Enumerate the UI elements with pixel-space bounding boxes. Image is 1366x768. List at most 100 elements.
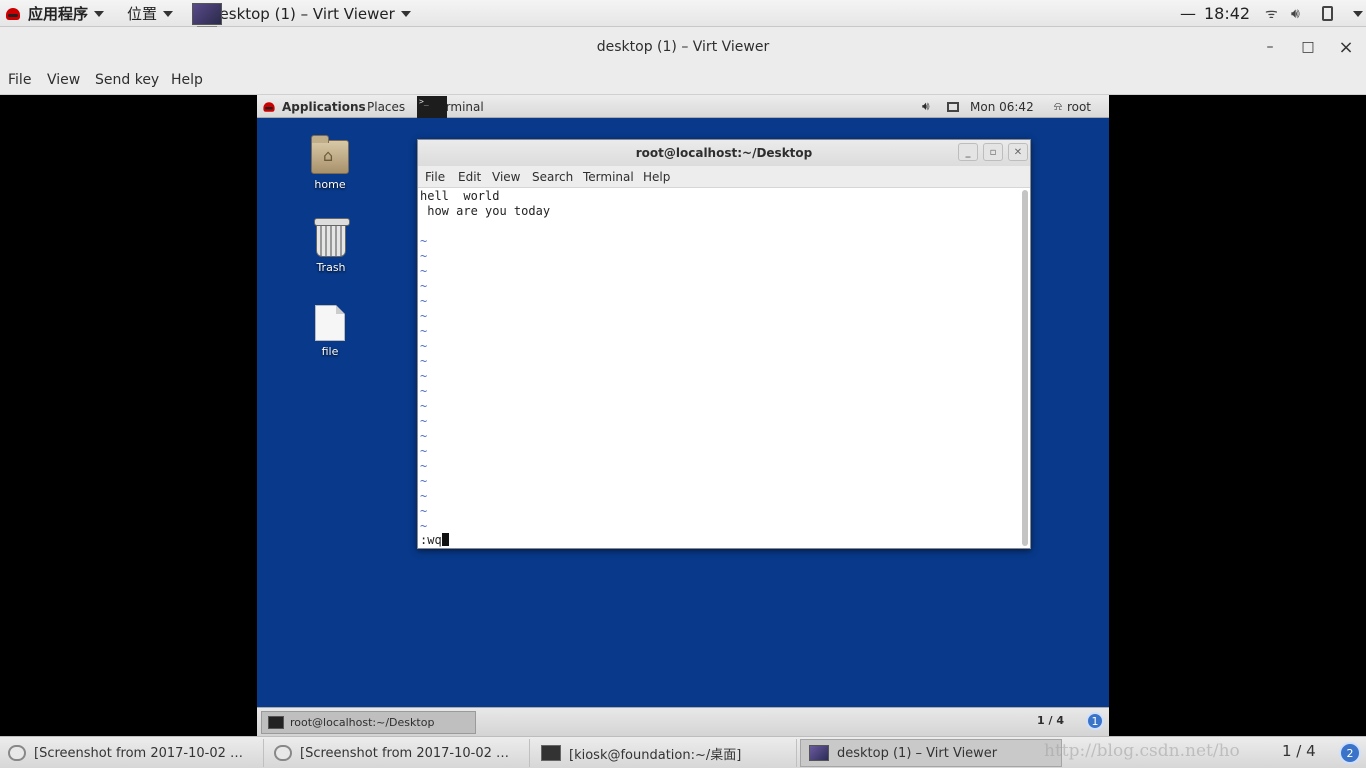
- desktop-icon-home[interactable]: home: [300, 135, 360, 191]
- screenshot-icon: [8, 745, 26, 761]
- window-title: desktop (1) – Virt Viewer: [596, 39, 770, 55]
- guest-desktop[interactable]: Applications Places Terminal 🔊︎ Mon 06:4…: [257, 95, 1109, 736]
- terminal-menu-view[interactable]: View: [492, 170, 520, 184]
- vim-empty-line-tilde: ~: [420, 339, 428, 353]
- terminal-content[interactable]: hell world how are you today ~ ~ ~ ~ ~ ~ ~ ~ ~ ~ ~…: [418, 188, 1020, 548]
- vim-empty-line-tilde: ~: [420, 459, 428, 473]
- host-task-virt-viewer[interactable]: desktop (1) – Virt Viewer: [800, 739, 1062, 767]
- guest-user-menu[interactable]: ⍾ root: [1054, 95, 1091, 118]
- host-task-label: [Screenshot from 2017-10-02 …: [300, 745, 510, 761]
- vim-empty-line-tilde: ~: [420, 474, 428, 488]
- terminal-menu-file[interactable]: File: [425, 170, 445, 184]
- vim-empty-line-tilde: ~: [420, 234, 428, 248]
- vim-empty-line-tilde: ~: [420, 324, 428, 338]
- desktop-icon-label: file: [321, 345, 339, 358]
- desktop-icon-label: home: [314, 178, 346, 191]
- guest-bottom-panel: root@localhost:~/Desktop 1 / 4 1: [257, 707, 1109, 736]
- terminal-window[interactable]: root@localhost:~/Desktop _ ▫ ✕ File Edit…: [417, 139, 1031, 549]
- vim-empty-line-tilde: ~: [420, 504, 428, 518]
- terminal-line: how are you today: [420, 204, 551, 218]
- notification-badge[interactable]: 1: [1086, 712, 1104, 730]
- text-cursor: [441, 533, 449, 546]
- terminal-icon: [417, 95, 447, 118]
- host-places-label: 位置: [127, 5, 158, 23]
- vim-empty-line-tilde: ~: [420, 264, 428, 278]
- vim-empty-line-tilde: ~: [420, 309, 428, 323]
- close-button[interactable]: ×: [1331, 27, 1361, 67]
- vim-empty-line-tilde: ~: [420, 414, 428, 428]
- host-applications-menu[interactable]: 应用程序: [6, 0, 105, 27]
- guest-terminal-app[interactable]: Terminal: [417, 95, 484, 118]
- vim-empty-line-tilde: ~: [420, 399, 428, 413]
- vim-empty-line-tilde: ~: [420, 429, 428, 443]
- guest-applications-menu[interactable]: Applications: [262, 95, 366, 118]
- vim-empty-line-tilde: ~: [420, 489, 428, 503]
- terminal-menu-search[interactable]: Search: [532, 170, 573, 184]
- host-active-app-label: desktop (1) – Virt Viewer: [210, 4, 395, 23]
- minimize-button[interactable]: –: [1255, 27, 1285, 67]
- host-workspace-indicator[interactable]: 1 / 4: [1282, 742, 1316, 760]
- file-icon: [315, 305, 345, 341]
- guest-places-menu[interactable]: Places: [367, 95, 405, 118]
- volume-icon[interactable]: 🔊︎: [922, 95, 930, 118]
- menu-file[interactable]: File: [8, 72, 31, 88]
- vim-empty-line-tilde: ~: [420, 279, 428, 293]
- window-titlebar: desktop (1) – Virt Viewer – □ ×: [0, 27, 1366, 67]
- power-menu-caret[interactable]: [1347, 0, 1363, 27]
- host-task-kiosk-terminal[interactable]: [kiosk@foundation:~/桌面]: [533, 739, 797, 767]
- wifi-icon[interactable]: ᯤ: [1265, 0, 1278, 27]
- desktop-icon-trash[interactable]: Trash: [301, 218, 361, 274]
- vim-empty-line-tilde: ~: [420, 369, 428, 383]
- virt-viewer-icon: [192, 2, 222, 29]
- vim-empty-line-tilde: ~: [420, 354, 428, 368]
- host-task-screenshot-1[interactable]: [Screenshot from 2017-10-02 …: [0, 739, 264, 767]
- terminal-menu-edit[interactable]: Edit: [458, 170, 481, 184]
- guest-top-bar: Applications Places Terminal 🔊︎ Mon 06:4…: [257, 95, 1109, 118]
- terminal-menu-help[interactable]: Help: [643, 170, 670, 184]
- watermark-text: http://blog.csdn.net/ho: [1044, 741, 1240, 761]
- terminal-close-button[interactable]: ✕: [1008, 143, 1028, 161]
- desktop-icon-file[interactable]: file: [300, 305, 360, 358]
- redhat-logo-icon: [6, 7, 20, 20]
- host-applications-label: 应用程序: [28, 5, 89, 23]
- menu-send-key[interactable]: Send key: [95, 72, 159, 88]
- host-active-app-menu[interactable]: desktop (1) – Virt Viewer: [192, 0, 411, 29]
- user-icon: ⍾: [1054, 99, 1062, 113]
- terminal-menu-terminal[interactable]: Terminal: [583, 170, 634, 184]
- host-places-menu[interactable]: 位置: [127, 0, 174, 27]
- guest-user-label: root: [1066, 99, 1092, 114]
- chevron-down-icon: [1353, 10, 1363, 17]
- vim-empty-line-tilde: ~: [420, 249, 428, 263]
- terminal-maximize-button[interactable]: ▫: [983, 143, 1003, 161]
- guest-places-label: Places: [367, 99, 406, 114]
- menu-help[interactable]: Help: [171, 72, 203, 88]
- host-clock[interactable]: — 18:42: [1180, 0, 1250, 27]
- network-icon[interactable]: [947, 95, 959, 118]
- menu-view[interactable]: View: [47, 72, 80, 88]
- guest-clock[interactable]: Mon 06:42: [970, 95, 1034, 118]
- dash-icon: —: [1180, 4, 1196, 23]
- screenshot-icon: [274, 745, 292, 761]
- redhat-logo-icon: [263, 101, 275, 112]
- battery-icon[interactable]: [1322, 0, 1333, 27]
- terminal-scrollbar[interactable]: [1022, 190, 1028, 546]
- chevron-down-icon: [163, 10, 174, 17]
- host-taskbar: [Screenshot from 2017-10-02 … [Screensho…: [0, 736, 1366, 768]
- volume-icon[interactable]: 🔊︎: [1291, 0, 1300, 27]
- menu-bar: File View Send key Help: [0, 67, 1366, 95]
- chevron-down-icon: [94, 10, 105, 17]
- maximize-button[interactable]: □: [1293, 27, 1323, 67]
- host-task-label: desktop (1) – Virt Viewer: [837, 745, 998, 761]
- notification-badge[interactable]: 2: [1339, 742, 1361, 764]
- guest-taskbar-label: root@localhost:~/Desktop: [290, 716, 435, 729]
- host-task-label: [kiosk@foundation:~/桌面]: [569, 747, 742, 763]
- guest-taskbar-item[interactable]: root@localhost:~/Desktop: [261, 711, 476, 734]
- vim-empty-line-tilde: ~: [420, 519, 428, 533]
- guest-workspace-indicator[interactable]: 1 / 4: [1037, 714, 1064, 727]
- terminal-icon: [541, 745, 561, 761]
- terminal-minimize-button[interactable]: _: [958, 143, 978, 161]
- terminal-titlebar[interactable]: root@localhost:~/Desktop _ ▫ ✕: [418, 140, 1030, 166]
- vim-empty-line-tilde: ~: [420, 294, 428, 308]
- host-task-screenshot-2[interactable]: [Screenshot from 2017-10-02 …: [266, 739, 530, 767]
- terminal-title: root@localhost:~/Desktop: [635, 146, 813, 160]
